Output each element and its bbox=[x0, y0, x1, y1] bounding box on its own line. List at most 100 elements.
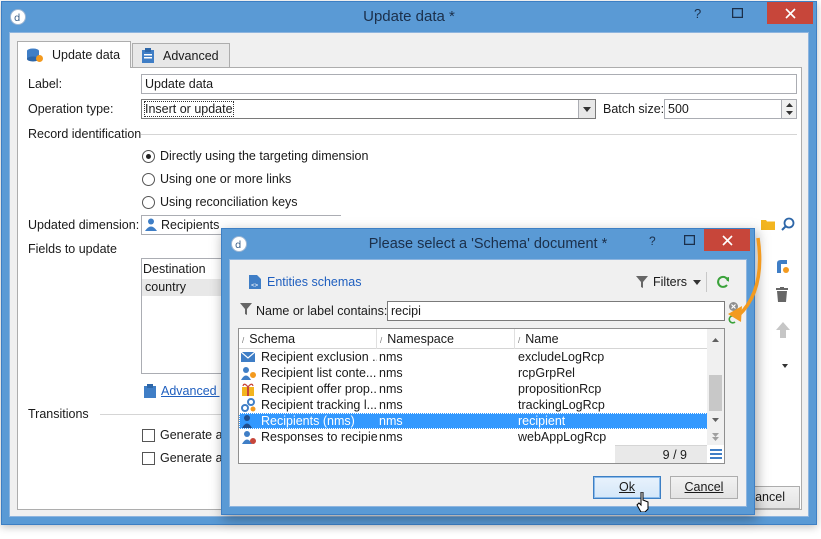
close-icon bbox=[784, 7, 796, 19]
cell-schema: Recipient exclusion ... bbox=[261, 350, 377, 364]
radio-links[interactable]: Using one or more links bbox=[142, 172, 291, 186]
cancel-label: Cancel bbox=[684, 480, 724, 494]
table-row[interactable]: Responses to recipie... nms webAppLogRcp bbox=[239, 429, 724, 445]
main-cancel-label: ancel bbox=[755, 490, 785, 504]
cell-schema: Recipient tracking l... bbox=[261, 398, 377, 412]
column-header-name[interactable]: / Name bbox=[515, 329, 707, 349]
close-button[interactable] bbox=[767, 2, 813, 24]
label-caption: Label: bbox=[28, 77, 63, 91]
radio-targeting-dimension[interactable]: Directly using the targeting dimension bbox=[142, 149, 368, 163]
list-menu-icon[interactable] bbox=[710, 449, 722, 459]
radio-dot bbox=[142, 195, 155, 209]
dialog-help-button[interactable]: ? bbox=[638, 229, 668, 251]
scroll-up-icon[interactable] bbox=[707, 333, 724, 347]
record-identification-divider bbox=[141, 134, 797, 135]
checkbox-box bbox=[142, 428, 155, 442]
batch-size-stepper[interactable] bbox=[781, 100, 796, 118]
edit-field-icon[interactable] bbox=[775, 259, 789, 278]
search-caption: Name or label contains: bbox=[256, 304, 388, 318]
move-up-icon[interactable] bbox=[776, 322, 790, 341]
envelope-exclusion-icon bbox=[241, 351, 256, 362]
grid-scrollbar[interactable] bbox=[707, 329, 724, 445]
cell-namespace: nms bbox=[379, 430, 403, 444]
clipboard-icon bbox=[142, 48, 154, 63]
cell-name: propositionRcp bbox=[518, 382, 602, 396]
operation-type-select[interactable]: Insert or update bbox=[141, 99, 596, 119]
tab-advanced[interactable]: Advanced bbox=[132, 43, 230, 68]
fields-row[interactable]: country bbox=[142, 279, 230, 296]
tab-update-data[interactable]: Update data bbox=[17, 41, 132, 68]
column-label: Name bbox=[525, 332, 559, 346]
fields-row-country: country bbox=[145, 280, 186, 294]
updated-dimension-caption: Updated dimension: bbox=[28, 218, 140, 232]
folder-icon[interactable] bbox=[761, 218, 775, 233]
operation-type-caption: Operation type: bbox=[28, 102, 114, 116]
column-label: Namespace bbox=[387, 332, 454, 346]
filters-button[interactable]: Filters bbox=[653, 275, 687, 289]
radio-reconciliation-keys[interactable]: Using reconciliation keys bbox=[142, 195, 298, 209]
dialog-maximize-button[interactable] bbox=[674, 229, 704, 251]
cell-name: trackingLogRcp bbox=[518, 398, 605, 412]
cell-name: recipient bbox=[518, 414, 566, 428]
updated-dimension-value: Recipients bbox=[161, 218, 220, 232]
grid-count-panel: 9 / 9 bbox=[615, 445, 707, 463]
stepper-arrows-icon bbox=[786, 103, 793, 115]
svg-text:?: ? bbox=[649, 234, 656, 246]
cell-namespace: nms bbox=[379, 382, 403, 396]
column-header-namespace[interactable]: / Namespace bbox=[377, 329, 515, 349]
delete-field-icon[interactable] bbox=[776, 287, 788, 305]
generate-checkbox-1[interactable]: Generate an bbox=[142, 428, 230, 442]
ok-button[interactable]: Ok bbox=[593, 476, 661, 499]
field-list-scroll-down-icon[interactable] bbox=[782, 358, 788, 372]
scroll-end-icon[interactable] bbox=[707, 429, 724, 443]
column-header-schema[interactable]: / Schema bbox=[239, 329, 377, 349]
fields-to-update-caption: Fields to update bbox=[28, 242, 117, 256]
cell-name: excludeLogRcp bbox=[518, 350, 605, 364]
svg-text:?: ? bbox=[694, 6, 701, 20]
ok-label: Ok bbox=[619, 480, 635, 494]
radio-label: Directly using the targeting dimension bbox=[160, 149, 369, 163]
fields-list[interactable]: Destination country bbox=[141, 258, 231, 374]
offer-gift-icon bbox=[242, 383, 254, 396]
tracking-link-icon bbox=[241, 398, 256, 412]
checkbox-box bbox=[142, 451, 155, 465]
dropdown-button[interactable] bbox=[578, 100, 595, 118]
chevron-down-icon bbox=[583, 106, 591, 112]
generate-checkbox-2[interactable]: Generate an bbox=[142, 451, 230, 465]
search-input[interactable]: recipi bbox=[387, 301, 725, 321]
fields-header-destination: Destination bbox=[143, 262, 206, 276]
radio-label: Using one or more links bbox=[160, 172, 292, 186]
operation-type-value: Insert or update bbox=[144, 101, 234, 117]
cell-name: webAppLogRcp bbox=[518, 430, 607, 444]
database-update-icon bbox=[27, 48, 43, 62]
table-row[interactable]: Recipient exclusion ... nms excludeLogRc… bbox=[239, 349, 724, 365]
table-row[interactable]: Recipient offer prop... nms propositionR… bbox=[239, 381, 724, 397]
column-label: Schema bbox=[249, 332, 296, 346]
svg-text:<>: <> bbox=[251, 282, 259, 289]
schema-grid[interactable]: / Schema / Namespace / Name Recipient exclu… bbox=[238, 328, 725, 464]
toolbar-separator bbox=[706, 272, 707, 292]
table-row[interactable]: Recipient tracking l... nms trackingLogR… bbox=[239, 397, 724, 413]
batch-size-caption: Batch size: bbox=[603, 102, 665, 116]
scroll-thumb[interactable] bbox=[709, 375, 722, 411]
cancel-button[interactable]: Cancel bbox=[670, 476, 738, 499]
cell-namespace: nms bbox=[379, 366, 403, 380]
record-identification-caption: Record identification bbox=[28, 127, 142, 141]
filters-dropdown-icon[interactable] bbox=[693, 280, 701, 285]
maximize-button[interactable] bbox=[722, 2, 752, 24]
schema-doc-icon: <> bbox=[249, 275, 261, 289]
advanced-parameters-link[interactable]: Advanced p bbox=[161, 384, 227, 398]
table-row-selected[interactable]: Recipients (nms) nms recipient bbox=[239, 413, 724, 429]
entities-schemas-label[interactable]: Entities schemas bbox=[267, 275, 361, 289]
batch-size-input[interactable]: 500 bbox=[664, 99, 797, 119]
label-input[interactable]: Update data bbox=[141, 74, 797, 94]
search-icon[interactable] bbox=[781, 217, 795, 234]
cell-namespace: nms bbox=[379, 414, 403, 428]
table-row[interactable]: Recipient list conte... nms rcpGrpRel bbox=[239, 365, 724, 381]
scroll-down-icon[interactable] bbox=[707, 413, 724, 427]
help-button[interactable]: ? bbox=[683, 2, 713, 24]
batch-size-value: 500 bbox=[668, 102, 689, 116]
dialog-client-area: <> Entities schemas Filters Name or labe… bbox=[229, 259, 747, 507]
grid-header: / Schema / Namespace / Name bbox=[239, 329, 724, 349]
advanced-parameters-icon bbox=[144, 384, 156, 398]
